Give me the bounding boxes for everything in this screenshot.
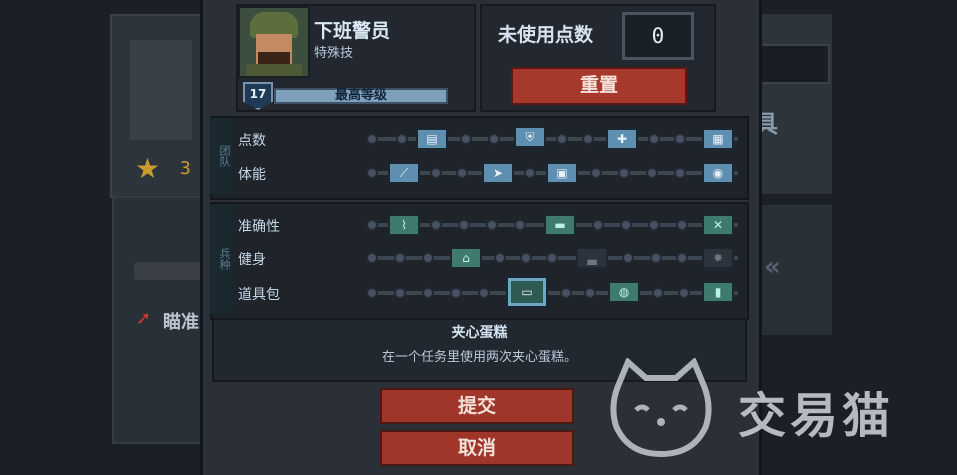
skill-dot[interactable] [590, 167, 602, 179]
skill-dot[interactable] [488, 133, 500, 145]
skill-dot[interactable] [674, 133, 686, 145]
backpack-icon[interactable]: ◍ [608, 281, 640, 303]
team-skills-panel [210, 116, 749, 200]
skill-dot[interactable] [620, 219, 632, 231]
sandwich-cake-icon[interactable]: ▭ [508, 278, 546, 306]
skill-dot[interactable] [650, 252, 662, 264]
skill-dot[interactable] [652, 287, 664, 299]
skill-dot[interactable] [546, 252, 558, 264]
skill-dot[interactable] [458, 219, 470, 231]
fingerprint-icon[interactable]: ⌇ [388, 214, 420, 236]
skill-dot[interactable] [584, 287, 596, 299]
crosshair-arrow-icon: ➚ [136, 308, 152, 329]
skill-dot[interactable] [560, 287, 572, 299]
skill-dot[interactable] [394, 252, 406, 264]
star-icon: ★ [135, 152, 161, 185]
skill-label-accuracy: 准确性 [238, 219, 280, 235]
watermark-text: 交易猫 [738, 388, 895, 444]
background-hero-portrait [130, 40, 192, 140]
skill-dot[interactable] [366, 167, 378, 179]
skill-label-stamina: 体能 [238, 167, 266, 183]
skill-dot[interactable] [366, 133, 378, 145]
level-label: 最高等级 [334, 88, 387, 103]
skill-dot[interactable] [430, 167, 442, 179]
skill-dot[interactable] [494, 252, 506, 264]
skill-label-kit: 道具包 [238, 287, 280, 303]
skill-dot[interactable] [456, 167, 468, 179]
team-panel-tab: 团队 [210, 118, 232, 194]
skill-dot[interactable] [676, 252, 688, 264]
grenade-icon[interactable]: ◉ [702, 162, 734, 184]
skill-dot[interactable] [366, 219, 378, 231]
skill-dot[interactable] [514, 219, 526, 231]
skill-dot[interactable] [430, 219, 442, 231]
crate-icon[interactable]: ▣ [546, 162, 578, 184]
running-shoe-icon[interactable]: ⌂ [450, 247, 482, 269]
skill-dot[interactable] [486, 219, 498, 231]
skill-dot[interactable] [422, 287, 434, 299]
hero-avatar [238, 6, 310, 78]
hero-class: 特殊技 [314, 46, 354, 61]
unused-points-value: 0 [622, 12, 694, 60]
prone-soldier-icon[interactable]: ▃ [576, 247, 608, 269]
squad-icon[interactable]: ▦ [702, 128, 734, 150]
battery-icon[interactable]: ▮ [702, 281, 734, 303]
rifle-icon [134, 262, 200, 280]
cat-logo-icon [610, 358, 712, 458]
skill-dot[interactable] [524, 167, 536, 179]
skill-dot[interactable] [396, 133, 408, 145]
class-panel-tab: 兵种 [210, 204, 232, 314]
medkit-icon[interactable]: ✚ [606, 128, 638, 150]
skill-dot[interactable] [648, 219, 660, 231]
shield-plus-icon[interactable]: ⛨ [514, 126, 546, 148]
sprint-icon[interactable]: ✸ [702, 247, 734, 269]
skill-dot[interactable] [622, 252, 634, 264]
skill-dot[interactable] [394, 287, 406, 299]
unused-points-label: 未使用点数 [498, 24, 594, 46]
skill-dot[interactable] [646, 167, 658, 179]
crossed-guns-icon[interactable]: ✕ [702, 214, 734, 236]
skill-dot[interactable] [648, 133, 660, 145]
skill-dot[interactable] [366, 287, 378, 299]
skill-dot[interactable] [556, 133, 568, 145]
knife-icon[interactable]: ⟋ [388, 162, 420, 184]
skill-dot[interactable] [582, 133, 594, 145]
skill-dot[interactable] [460, 133, 472, 145]
skill-dot[interactable] [366, 252, 378, 264]
hero-name: 下班警员 [314, 20, 391, 42]
ammo-belt-icon[interactable]: ▤ [416, 128, 448, 150]
background-right-box [756, 44, 830, 84]
dash-icon[interactable]: ➤ [482, 162, 514, 184]
background-star-count: 3 [180, 158, 191, 179]
skill-dot[interactable] [422, 252, 434, 264]
skill-label-fitness: 健身 [238, 252, 266, 268]
double-chevron-left-icon: « [764, 252, 781, 282]
skill-dot[interactable] [674, 167, 686, 179]
reset-button[interactable]: 重置 [511, 67, 687, 105]
skill-dot[interactable] [618, 167, 630, 179]
background-aim-label: 瞄准 [163, 312, 199, 333]
skill-label-points: 点数 [238, 133, 266, 149]
skill-dot[interactable] [676, 219, 688, 231]
skill-dot[interactable] [592, 219, 604, 231]
submit-button[interactable]: 提交 [380, 388, 574, 424]
skill-dot[interactable] [478, 287, 490, 299]
skill-dot[interactable] [678, 287, 690, 299]
skill-dot[interactable] [520, 252, 532, 264]
skill-dot[interactable] [450, 287, 462, 299]
skill-description-title: 夹心蛋糕 [451, 325, 508, 341]
bullet-icon[interactable]: ▬ [544, 214, 576, 236]
cancel-button[interactable]: 取消 [380, 430, 574, 466]
